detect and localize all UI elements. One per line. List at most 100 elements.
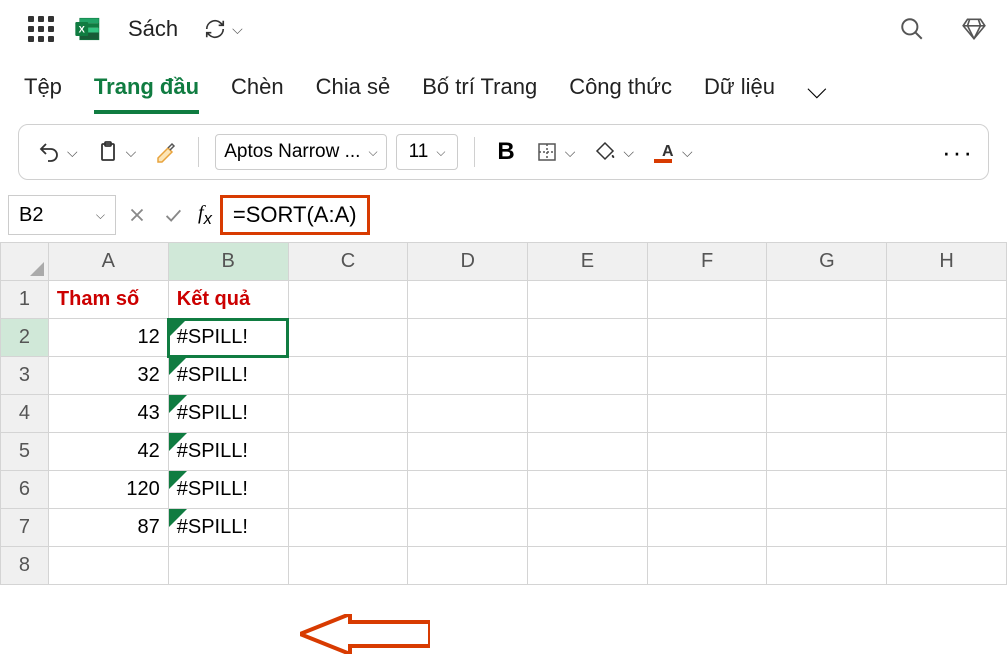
- cell[interactable]: [528, 319, 648, 357]
- row-header[interactable]: 1: [1, 281, 49, 319]
- fx-icon[interactable]: fx: [198, 202, 212, 229]
- cell[interactable]: [528, 509, 648, 547]
- row-header[interactable]: 6: [1, 471, 49, 509]
- cell-B7[interactable]: #SPILL!: [168, 509, 288, 547]
- cell-A8[interactable]: [48, 547, 168, 585]
- cell-A3[interactable]: 32: [48, 357, 168, 395]
- paste-button[interactable]: ⌵: [92, 136, 141, 168]
- col-header-E[interactable]: E: [528, 243, 648, 281]
- col-header-G[interactable]: G: [767, 243, 887, 281]
- cell[interactable]: [288, 357, 408, 395]
- menu-page-layout[interactable]: Bố trí Trang: [422, 74, 537, 114]
- cell-A4[interactable]: 43: [48, 395, 168, 433]
- cell-A1[interactable]: Tham số: [48, 281, 168, 319]
- cell[interactable]: [767, 547, 887, 585]
- cell-A6[interactable]: 120: [48, 471, 168, 509]
- menu-formulas[interactable]: Công thức: [569, 74, 672, 114]
- cell[interactable]: [528, 471, 648, 509]
- diamond-icon[interactable]: [961, 16, 987, 42]
- cell[interactable]: [647, 509, 767, 547]
- cell[interactable]: [528, 395, 648, 433]
- font-selector[interactable]: Aptos Narrow ...⌵: [215, 134, 386, 170]
- cell[interactable]: [288, 547, 408, 585]
- cell[interactable]: [408, 547, 528, 585]
- cell-B1[interactable]: Kết quả: [168, 281, 288, 319]
- cell-B3[interactable]: #SPILL!: [168, 357, 288, 395]
- cell[interactable]: [528, 357, 648, 395]
- cell[interactable]: [647, 319, 767, 357]
- menu-data[interactable]: Dữ liệu: [704, 74, 775, 114]
- menu-insert[interactable]: Chèn: [231, 74, 284, 114]
- cell[interactable]: [767, 433, 887, 471]
- row-header[interactable]: 7: [1, 509, 49, 547]
- cell[interactable]: [887, 471, 1007, 509]
- formula-input[interactable]: =SORT(A:A): [220, 195, 370, 235]
- undo-button[interactable]: ⌵: [33, 136, 82, 168]
- toolbar-more-icon[interactable]: ···: [942, 137, 974, 168]
- cell[interactable]: [767, 319, 887, 357]
- menu-home[interactable]: Trang đầu: [94, 74, 199, 114]
- refresh-button[interactable]: ⌵: [204, 18, 243, 40]
- cell[interactable]: [408, 433, 528, 471]
- cell-B8[interactable]: [168, 547, 288, 585]
- cell[interactable]: [288, 395, 408, 433]
- cell[interactable]: [647, 395, 767, 433]
- row-header[interactable]: 3: [1, 357, 49, 395]
- search-icon[interactable]: [899, 16, 925, 42]
- menu-share[interactable]: Chia sẻ: [316, 74, 391, 114]
- cell[interactable]: [288, 281, 408, 319]
- col-header-C[interactable]: C: [288, 243, 408, 281]
- cell[interactable]: [408, 319, 528, 357]
- cell[interactable]: [887, 319, 1007, 357]
- cell[interactable]: [767, 357, 887, 395]
- row-header[interactable]: 2: [1, 319, 49, 357]
- format-painter-button[interactable]: [150, 136, 182, 168]
- cell[interactable]: [887, 281, 1007, 319]
- cell-B2[interactable]: #SPILL!: [168, 319, 288, 357]
- cell-A5[interactable]: 42: [48, 433, 168, 471]
- cell[interactable]: [408, 395, 528, 433]
- font-color-button[interactable]: A⌵: [648, 136, 697, 168]
- cell[interactable]: [408, 509, 528, 547]
- col-header-A[interactable]: A: [48, 243, 168, 281]
- row-header[interactable]: 8: [1, 547, 49, 585]
- cell-B4[interactable]: #SPILL!: [168, 395, 288, 433]
- cancel-icon[interactable]: [126, 204, 148, 226]
- cell[interactable]: [288, 509, 408, 547]
- cell[interactable]: [647, 471, 767, 509]
- cell-B6[interactable]: #SPILL!: [168, 471, 288, 509]
- fill-color-button[interactable]: ⌵: [589, 136, 638, 168]
- cell[interactable]: [647, 433, 767, 471]
- cell[interactable]: [408, 471, 528, 509]
- cell[interactable]: [887, 357, 1007, 395]
- cell[interactable]: [408, 281, 528, 319]
- col-header-B[interactable]: B: [168, 243, 288, 281]
- cell[interactable]: [528, 281, 648, 319]
- cell[interactable]: [288, 319, 408, 357]
- cell[interactable]: [528, 433, 648, 471]
- row-header[interactable]: 4: [1, 395, 49, 433]
- col-header-D[interactable]: D: [408, 243, 528, 281]
- font-size-selector[interactable]: 11⌵: [396, 134, 459, 170]
- bold-button[interactable]: B: [497, 138, 514, 166]
- select-all-corner[interactable]: [1, 243, 49, 281]
- cell[interactable]: [528, 547, 648, 585]
- cell[interactable]: [887, 433, 1007, 471]
- row-header[interactable]: 5: [1, 433, 49, 471]
- menu-file[interactable]: Tệp: [24, 74, 62, 114]
- cell[interactable]: [887, 395, 1007, 433]
- cell-A2[interactable]: 12: [48, 319, 168, 357]
- col-header-H[interactable]: H: [887, 243, 1007, 281]
- menu-more-icon[interactable]: ⌵: [807, 74, 827, 114]
- cell[interactable]: [887, 547, 1007, 585]
- document-name[interactable]: Sách: [128, 16, 178, 42]
- cell-A7[interactable]: 87: [48, 509, 168, 547]
- cell[interactable]: [647, 357, 767, 395]
- cell[interactable]: [408, 357, 528, 395]
- cell[interactable]: [288, 471, 408, 509]
- borders-button[interactable]: ⌵: [531, 136, 580, 168]
- cell[interactable]: [767, 281, 887, 319]
- spreadsheet-grid[interactable]: A B C D E F G H 1 Tham số Kết quả 2 12 #…: [0, 242, 1007, 585]
- col-header-F[interactable]: F: [647, 243, 767, 281]
- cell-B5[interactable]: #SPILL!: [168, 433, 288, 471]
